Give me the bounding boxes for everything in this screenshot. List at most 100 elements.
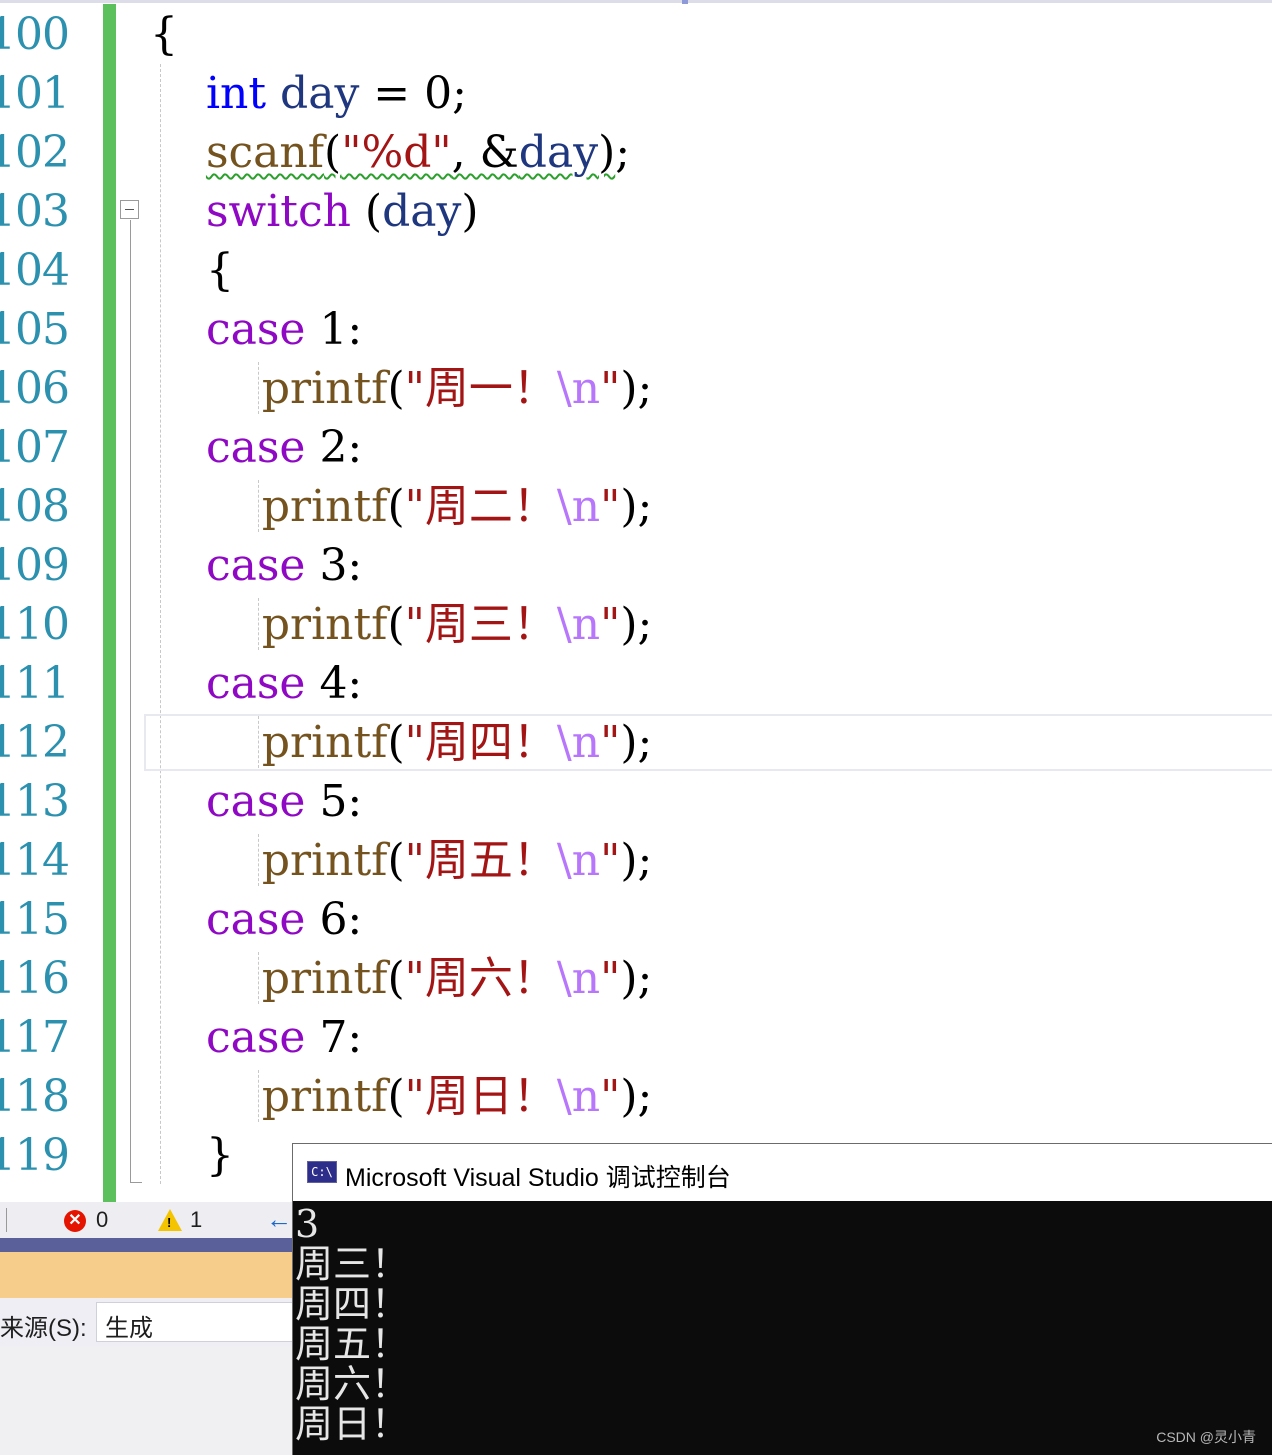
code-line[interactable]: } [150,1126,234,1185]
code-token: ; [615,127,631,178]
line-number: 119 [0,1130,70,1181]
console-output-line: 周六！ [295,1362,410,1406]
code-token: "周日！ [404,1071,557,1122]
panel-toolbar [0,1252,300,1298]
code-token: \n [556,717,601,768]
code-line[interactable]: scanf("%d", &day); [150,123,630,182]
code-token: ) [461,186,479,237]
panel-tab-strip [0,1238,300,1252]
code-token: "周一！ [404,363,557,414]
outline-guide-line [130,220,131,1182]
code-line[interactable]: int day = 0; [150,64,467,123]
code-token: ); [620,717,653,768]
code-line[interactable]: printf("周六！\n"); [150,949,652,1008]
outline-guide-end [130,1182,142,1183]
code-token: ); [620,953,653,1004]
code-token: ( [387,599,405,650]
code-token: " [600,835,621,886]
code-token: case [205,894,306,945]
code-line[interactable]: case 7: [150,1008,362,1067]
code-line[interactable]: printf("周二！\n"); [150,477,652,536]
code-token: ( [387,717,405,768]
line-number: 117 [0,1012,70,1063]
code-line[interactable]: case 6: [150,890,362,949]
code-token: ); [620,363,653,414]
console-output-line: 3 [295,1202,320,1246]
code-token: printf [261,599,388,650]
code-token: ); [620,835,653,886]
code-token: ( [387,363,405,414]
code-line[interactable]: { [150,5,178,64]
code-token: printf [261,363,388,414]
code-token: ( [387,1071,405,1122]
code-line[interactable]: case 2: [150,418,362,477]
code-token: \n [556,599,601,650]
code-line[interactable]: case 3: [150,536,362,595]
collapse-outline-icon[interactable] [120,200,139,219]
code-token: ( [387,953,405,1004]
line-number: 110 [0,599,70,650]
code-token: \n [556,1071,601,1122]
source-select-value: 生成 [105,1315,153,1342]
code-line[interactable]: case 5: [150,772,362,831]
code-token: case [205,304,306,355]
warning-count[interactable]: 1 [190,1207,202,1233]
code-token: } [150,1130,234,1181]
console-output-line: 周日！ [295,1402,410,1446]
code-token: printf [261,835,388,886]
code-token: 1: [305,304,363,355]
line-number: 105 [0,304,70,355]
code-line[interactable]: printf("周五！\n"); [150,831,652,890]
code-line[interactable]: case 1: [150,300,362,359]
code-line[interactable]: switch (day) [150,182,479,241]
code-token: printf [261,481,388,532]
console-output-line: 周四！ [295,1282,410,1326]
watermark: CSDN @灵小青 [1156,1429,1256,1445]
output-pane [0,1346,300,1455]
code-line[interactable]: { [150,241,234,300]
line-number: 100 [0,9,70,60]
warning-icon[interactable]: ! [158,1209,182,1231]
change-tracking-bar [103,4,116,1202]
code-token: printf [261,1071,388,1122]
code-line[interactable]: printf("周一！\n"); [150,359,652,418]
scroll-indicator-mark[interactable] [682,0,688,4]
line-number: 115 [0,894,70,945]
code-token: "周五！ [404,835,557,886]
code-token: " [600,363,621,414]
code-token: ); [620,1071,653,1122]
code-line[interactable]: case 4: [150,654,362,713]
code-token: "周二！ [404,481,557,532]
editor-status-bar: ✕ 0 ! 1 ← [0,1202,300,1238]
code-line[interactable]: printf("周日！\n"); [150,1067,652,1126]
code-line[interactable]: printf("周三！\n"); [150,595,652,654]
code-token: " [600,1071,621,1122]
console-output-line: 周三！ [295,1242,410,1286]
error-count[interactable]: 0 [96,1207,108,1233]
console-titlebar[interactable]: C:\ Microsoft Visual Studio 调试控制台 [293,1144,1272,1201]
line-number: 104 [0,245,70,296]
line-number: 102 [0,127,70,178]
code-token: { [150,9,178,60]
code-token: "周三！ [404,599,557,650]
editor-top-strip [0,0,1272,4]
code-token: ( [324,127,342,178]
console-output-line: 周五！ [295,1322,410,1366]
line-number: 107 [0,422,70,473]
output-source-row: 来源(S): 生成 [0,1298,300,1346]
error-icon[interactable]: ✕ [64,1210,86,1232]
navigate-back-icon[interactable]: ← [266,1204,292,1235]
code-token: \n [556,363,601,414]
code-token: ( [387,835,405,886]
code-line[interactable]: printf("周四！\n"); [150,713,652,772]
source-select[interactable]: 生成 [96,1302,300,1342]
line-number: 111 [0,658,70,709]
code-token: case [205,658,306,709]
debug-console-window[interactable]: C:\ Microsoft Visual Studio 调试控制台 3 周三！ 周四… [292,1143,1272,1455]
line-number: 118 [0,1071,70,1122]
